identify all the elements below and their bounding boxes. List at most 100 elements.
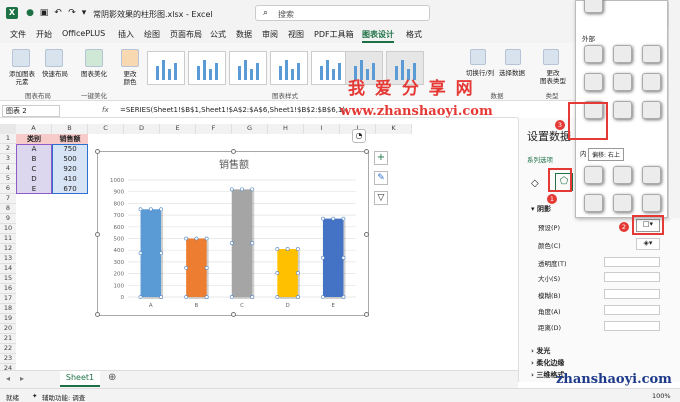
chart-resize-handle[interactable] bbox=[364, 232, 369, 237]
shadow-color-picker-icon[interactable]: ◈▾ bbox=[636, 238, 660, 250]
row-header[interactable]: 12 bbox=[0, 244, 16, 254]
blur-input[interactable] bbox=[604, 289, 660, 299]
column-header[interactable]: E bbox=[160, 124, 196, 134]
fill-line-icon[interactable]: ◇ bbox=[531, 178, 539, 189]
tab-insert[interactable]: 插入 bbox=[118, 29, 134, 40]
chart-quick-action-icon[interactable]: ◔ bbox=[352, 129, 366, 143]
cell-b1[interactable]: 销售额 bbox=[52, 134, 88, 144]
row-header[interactable]: 11 bbox=[0, 234, 16, 244]
column-header[interactable]: C bbox=[88, 124, 124, 134]
tab-file[interactable]: 文件 bbox=[10, 29, 26, 40]
change-chart-type-button[interactable]: 更改 图表类型 bbox=[535, 69, 571, 85]
row-header[interactable]: 22 bbox=[0, 344, 16, 354]
autosave-icon[interactable]: ● bbox=[24, 7, 36, 19]
select-all-corner[interactable] bbox=[0, 124, 16, 134]
row-header[interactable]: 19 bbox=[0, 314, 16, 324]
sheet-tab-sheet1[interactable]: Sheet1 bbox=[60, 371, 100, 387]
chart-style-5[interactable] bbox=[311, 51, 349, 85]
tab-draw[interactable]: 绘图 bbox=[144, 29, 160, 40]
chart-resize-handle[interactable] bbox=[364, 149, 369, 154]
glow-section[interactable]: › 发光 bbox=[531, 346, 550, 356]
column-header[interactable]: A bbox=[16, 124, 52, 134]
chart-resize-handle[interactable] bbox=[95, 232, 100, 237]
row-header[interactable]: 3 bbox=[0, 154, 16, 164]
row-header[interactable]: 5 bbox=[0, 174, 16, 184]
shadow-preset-option[interactable] bbox=[642, 101, 661, 119]
row-header[interactable]: 7 bbox=[0, 194, 16, 204]
column-header[interactable]: F bbox=[196, 124, 232, 134]
chart-resize-handle[interactable] bbox=[95, 149, 100, 154]
switch-rowcol-icon[interactable] bbox=[470, 49, 486, 65]
quick-layout-button[interactable]: 快速布局 bbox=[38, 70, 72, 78]
row-header[interactable]: 4 bbox=[0, 164, 16, 174]
chart-style-2[interactable] bbox=[188, 51, 226, 85]
size-input[interactable] bbox=[604, 272, 660, 282]
chart-resize-handle[interactable] bbox=[231, 149, 236, 154]
change-color-icon[interactable] bbox=[121, 49, 139, 67]
quick-layout-icon[interactable] bbox=[45, 49, 63, 67]
row-header[interactable]: 21 bbox=[0, 334, 16, 344]
change-chart-type-icon[interactable] bbox=[543, 49, 559, 65]
name-box[interactable]: 图表 2 bbox=[2, 105, 60, 117]
shadow-preset-option[interactable] bbox=[642, 166, 661, 184]
row-header[interactable]: 10 bbox=[0, 224, 16, 234]
shadow-preset-option[interactable] bbox=[613, 194, 632, 212]
row-header[interactable]: 16 bbox=[0, 284, 16, 294]
tab-officeplus[interactable]: OfficePLUS bbox=[62, 29, 105, 38]
tab-page-layout[interactable]: 页面布局 bbox=[170, 29, 202, 40]
series-options-label[interactable]: 系列选项 bbox=[527, 154, 553, 164]
row-header[interactable]: 15 bbox=[0, 274, 16, 284]
shadow-preset-option[interactable] bbox=[642, 45, 661, 63]
column-header[interactable]: I bbox=[304, 124, 340, 134]
chart-style-1[interactable] bbox=[147, 51, 185, 85]
row-header[interactable]: 1 bbox=[0, 134, 16, 144]
tab-home[interactable]: 开始 bbox=[36, 29, 52, 40]
chart-style-4[interactable] bbox=[270, 51, 308, 85]
tab-formulas[interactable]: 公式 bbox=[210, 29, 226, 40]
tab-view[interactable]: 视图 bbox=[288, 29, 304, 40]
chart-style-3[interactable] bbox=[229, 51, 267, 85]
chart-resize-handle[interactable] bbox=[231, 312, 236, 317]
row-header[interactable]: 2 bbox=[0, 144, 16, 154]
column-header[interactable]: D bbox=[124, 124, 160, 134]
shadow-preset-option[interactable] bbox=[642, 194, 661, 212]
shadow-preset-option[interactable] bbox=[613, 101, 632, 119]
row-header[interactable]: 8 bbox=[0, 204, 16, 214]
chart-resize-handle[interactable] bbox=[364, 312, 369, 317]
transparency-input[interactable] bbox=[604, 257, 660, 267]
row-header[interactable]: 17 bbox=[0, 294, 16, 304]
prev-sheet-icon[interactable]: ◂ bbox=[6, 374, 10, 383]
select-data-icon[interactable] bbox=[505, 49, 521, 65]
tab-pdf-toolbox[interactable]: PDF工具箱 bbox=[314, 29, 354, 40]
shadow-preset-option[interactable] bbox=[584, 45, 603, 63]
formula-input[interactable]: =SERIES(Sheet1!$B$1,Sheet1!$A$2:$A$6,She… bbox=[120, 106, 345, 114]
save-icon[interactable]: ▣ bbox=[38, 7, 50, 19]
row-header[interactable]: 9 bbox=[0, 214, 16, 224]
next-sheet-icon[interactable]: ▸ bbox=[20, 374, 24, 383]
status-accessibility[interactable]: 辅助功能: 调查 bbox=[42, 392, 85, 402]
shadow-preset-option[interactable] bbox=[613, 45, 632, 63]
tab-format[interactable]: 格式 bbox=[406, 29, 422, 40]
column-header[interactable]: K bbox=[376, 124, 412, 134]
shadow-section-header[interactable]: ▾ 阴影 bbox=[531, 204, 551, 214]
distance-input[interactable] bbox=[604, 321, 660, 331]
chart-container[interactable]: 销售额 0 100 200 300 400 500 600 700 800 900 1000 A B C D E bbox=[95, 149, 369, 317]
shadow-preset-option[interactable] bbox=[584, 194, 603, 212]
select-data-button[interactable]: 选择数据 bbox=[495, 69, 529, 77]
fx-label[interactable]: fx bbox=[102, 106, 109, 114]
shadow-preset-option[interactable] bbox=[584, 73, 603, 91]
row-header[interactable]: 23 bbox=[0, 354, 16, 364]
soft-edges-section[interactable]: › 柔化边缘 bbox=[531, 358, 564, 368]
cell-a1[interactable]: 类别 bbox=[16, 134, 52, 144]
chart-beautify-button[interactable]: 图表美化 bbox=[76, 70, 112, 78]
row-header[interactable]: 13 bbox=[0, 254, 16, 264]
column-header[interactable]: G bbox=[232, 124, 268, 134]
chart-filter-icon[interactable]: ▽ bbox=[374, 191, 388, 205]
column-header[interactable]: B bbox=[52, 124, 88, 134]
chart-elements-plus-icon[interactable]: + bbox=[374, 151, 388, 165]
angle-input[interactable] bbox=[604, 305, 660, 315]
shadow-none-preset[interactable] bbox=[584, 0, 603, 13]
chart-styles-brush-icon[interactable]: ✎ bbox=[374, 171, 388, 185]
shadow-preset-option[interactable] bbox=[613, 73, 632, 91]
shadow-preset-option[interactable] bbox=[613, 166, 632, 184]
